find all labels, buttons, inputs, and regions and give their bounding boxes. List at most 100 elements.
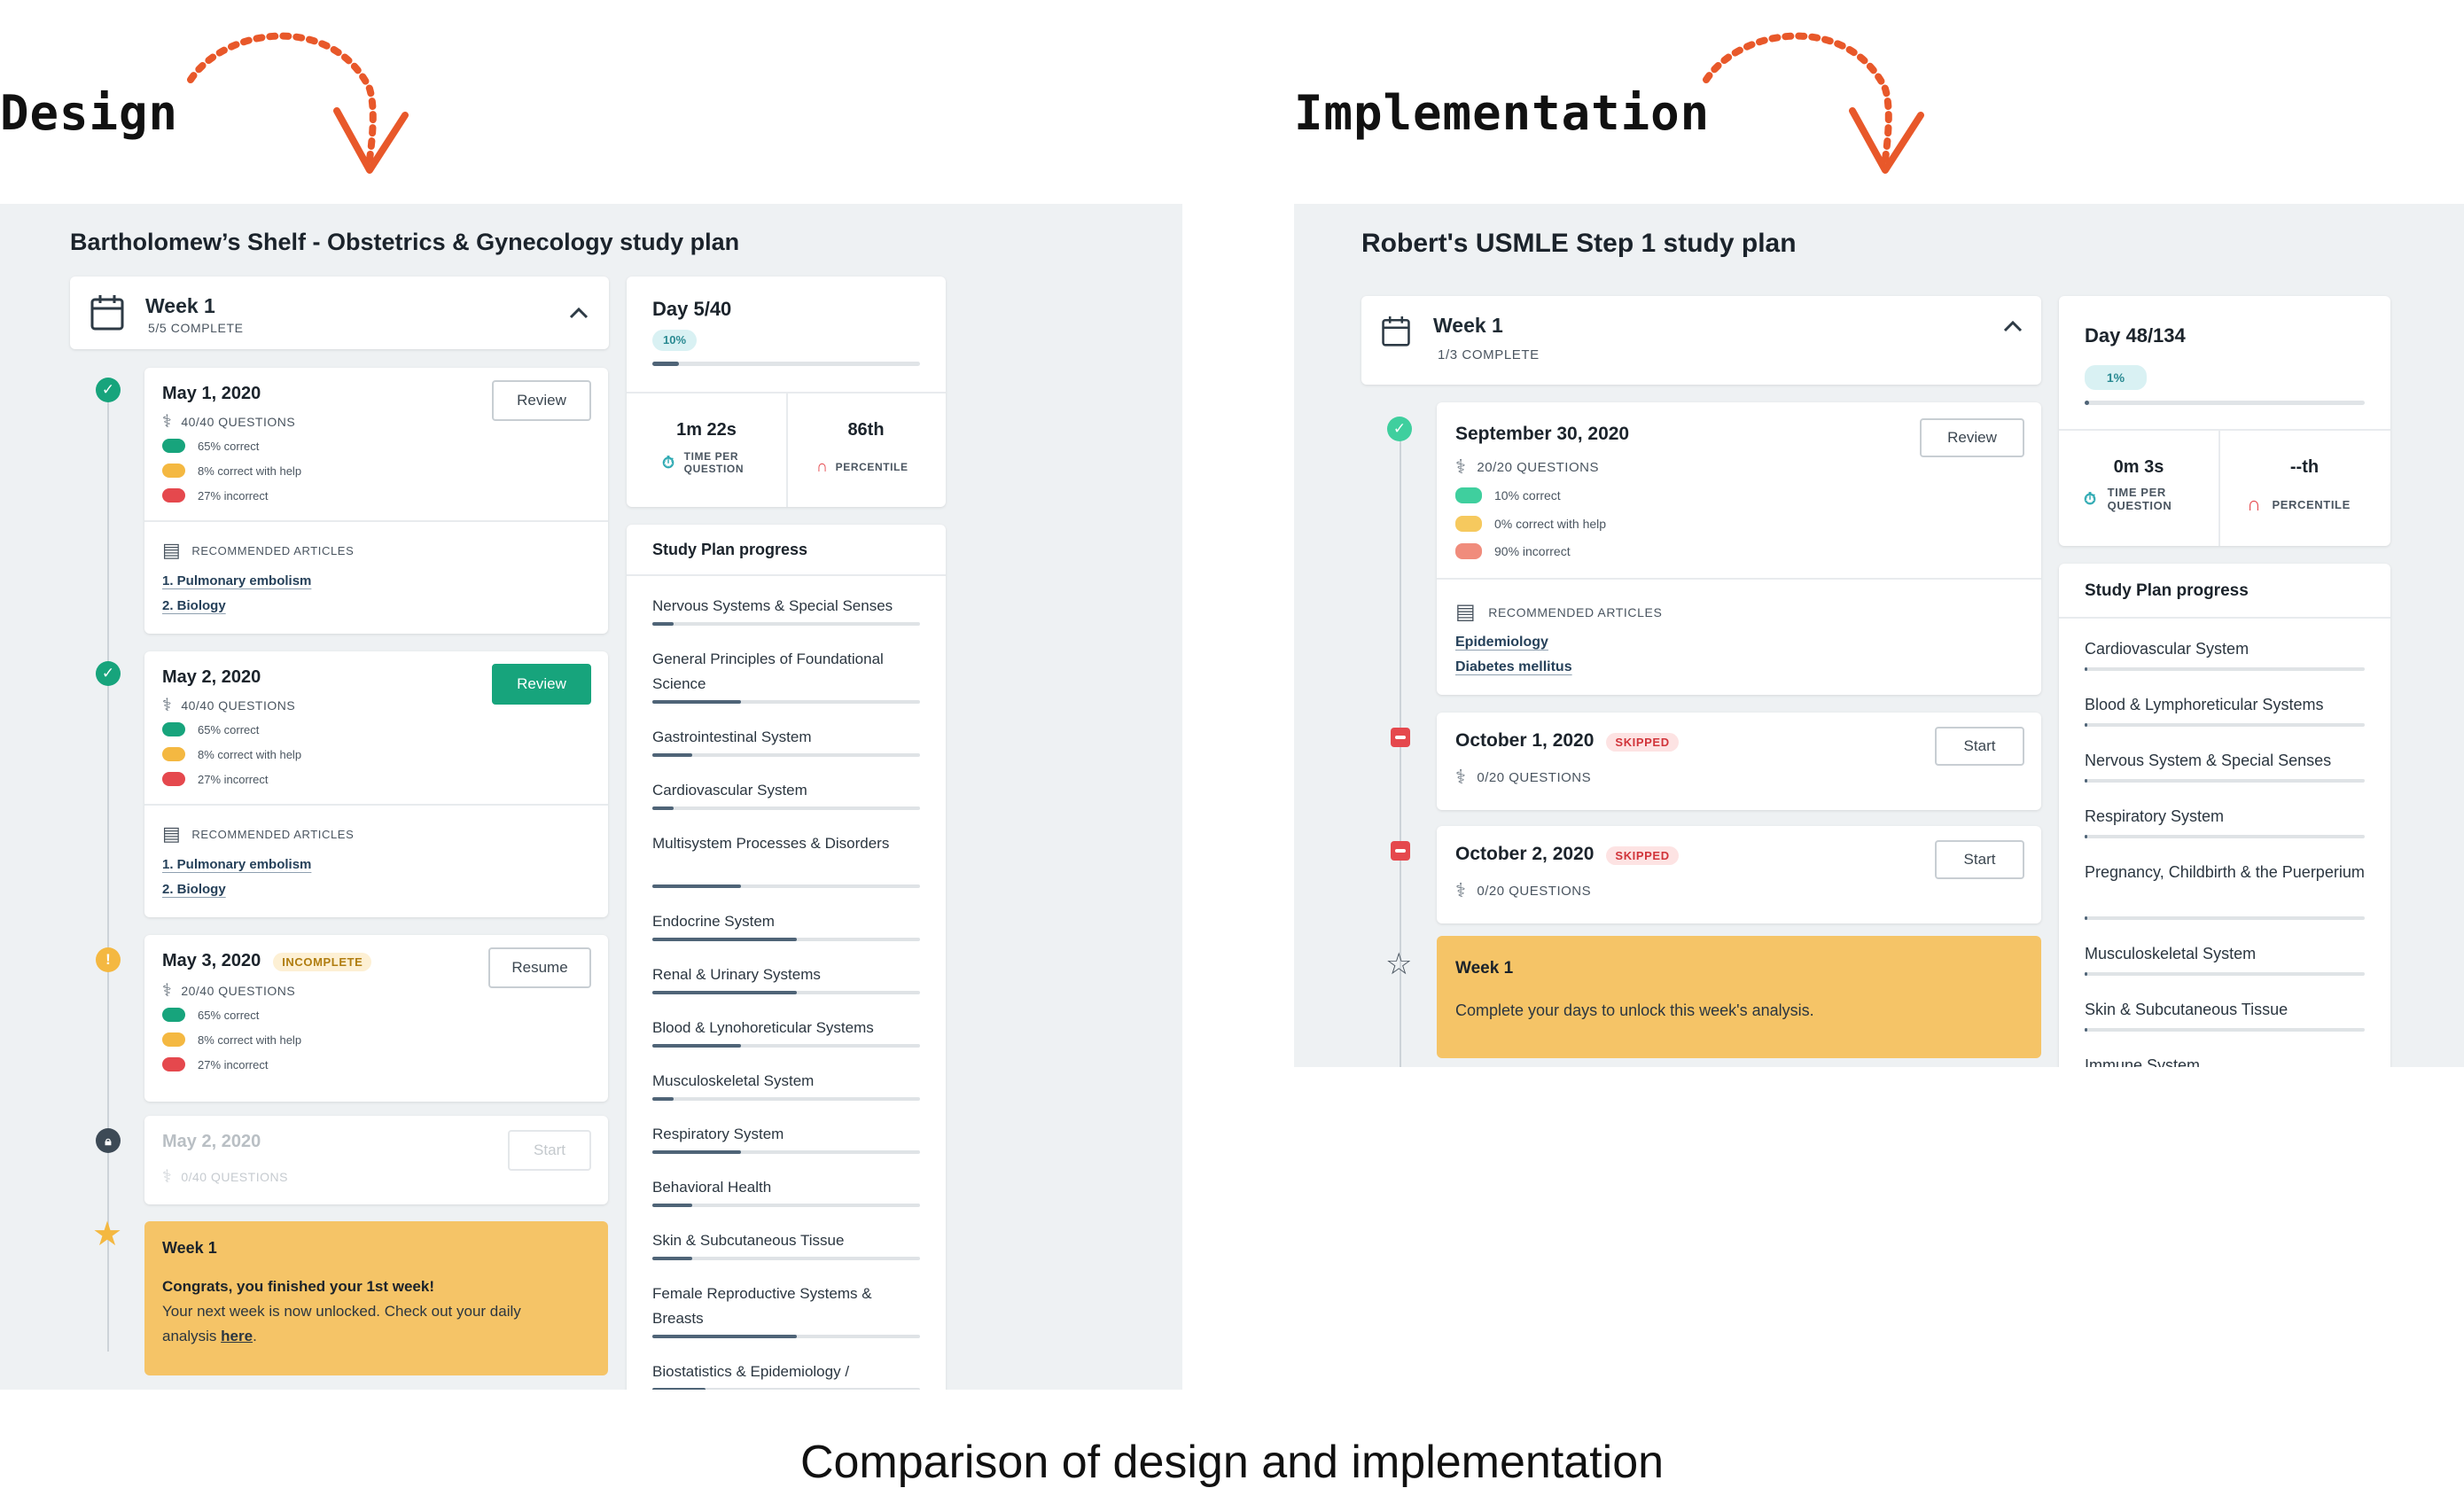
article-link[interactable]: 2. Biology [162, 598, 226, 613]
study-plan-progress-bar [2085, 667, 2365, 671]
review-button[interactable]: Review [492, 664, 591, 705]
design-heading: Design [0, 85, 179, 141]
study-plan-progress-bar [652, 1204, 920, 1207]
day-card: October 1, 2020 SKIPPED Start ⚕ 0/20 QUEST… [1437, 713, 2041, 810]
chevron-up-icon[interactable] [568, 306, 589, 320]
calendar-icon [1382, 316, 1410, 347]
stat-help: 8% correct with help [162, 1032, 301, 1047]
article-link[interactable]: 1. Pulmonary embolism [162, 573, 311, 588]
stat-correct: 65% correct [162, 439, 259, 453]
progress-fill [652, 1257, 693, 1260]
progress-fill [2085, 972, 2088, 976]
implementation-panel: Robert's USMLE Step 1 study plan Week 1 … [1294, 204, 2464, 1067]
plan-title: Robert's USMLE Step 1 study plan [1361, 229, 1797, 258]
divider [2218, 429, 2220, 546]
article-link[interactable]: Epidemiology [1455, 635, 1548, 651]
divider [786, 392, 788, 507]
study-plan-item-label: Multisystem Processes & Disorders [652, 835, 890, 852]
study-plan-progress-bar [652, 1097, 920, 1101]
study-plan-progress-bar [652, 806, 920, 810]
article-link[interactable]: 2. Biology [162, 882, 226, 897]
progress-fill [652, 991, 798, 994]
questions-count: ⚕ 0/20 QUESTIONS [1455, 766, 1592, 788]
percent-badge: 1% [2085, 365, 2147, 390]
divider [144, 520, 608, 522]
stat-help: 8% correct with help [162, 747, 301, 761]
progress-fill [2085, 401, 2089, 405]
day-progress-bar [2085, 401, 2365, 405]
analysis-link[interactable]: here [221, 1328, 253, 1344]
resume-button[interactable]: Resume [488, 947, 591, 988]
skipped-icon [1391, 841, 1410, 861]
articles-heading: ▤ RECOMMENDED ARTICLES [162, 822, 355, 845]
progress-fill [652, 1204, 693, 1207]
study-plan-progress-bar [652, 1335, 920, 1338]
status-badge: SKIPPED [1606, 733, 1679, 752]
design-panel: Bartholomew’s Shelf - Obstetrics & Gynec… [0, 204, 1182, 1390]
day-date: October 1, 2020 SKIPPED [1455, 730, 1679, 752]
week-title: Week 1 [1433, 314, 1503, 337]
stat-correct: 65% correct [162, 722, 259, 736]
progress-fill [652, 884, 741, 888]
questions-count: ⚕ 0/20 QUESTIONS [1455, 879, 1592, 901]
divider [144, 804, 608, 806]
progress-fill [652, 1150, 741, 1154]
study-plan-title: Study Plan progress [652, 541, 808, 558]
study-plan-progress-bar [2085, 835, 2365, 838]
stat-incorrect: 27% incorrect [162, 772, 268, 786]
stat-help: 8% correct with help [162, 464, 301, 478]
study-plan-item-label: Respiratory System [2085, 807, 2225, 825]
review-button[interactable]: Review [1920, 418, 2024, 457]
study-plan-item-label: Blood & Lynohoreticular Systems [652, 1019, 874, 1036]
day-date: May 1, 2020 [162, 384, 261, 403]
study-plan-item-label: Gastrointestinal System [652, 729, 812, 745]
check-icon: ✓ [96, 661, 121, 686]
study-plan-progress-bar [652, 1044, 920, 1048]
document-icon: ▤ [1455, 600, 1477, 624]
study-plan-progress-bar [652, 884, 920, 888]
chevron-up-icon[interactable] [2002, 319, 2023, 333]
week-header[interactable]: Week 1 1/3 COMPLETE [1361, 296, 2041, 385]
percentile-value: 86th [847, 420, 885, 440]
start-button[interactable]: Start [1935, 840, 2024, 879]
questions-count: ⚕ 40/40 QUESTIONS [162, 412, 296, 432]
week-header[interactable]: Week 1 5/5 COMPLETE [70, 277, 609, 349]
questions-count: ⚕ 0/40 QUESTIONS [162, 1167, 288, 1187]
week-card-line1: Complete your days to unlock this week's… [1455, 1001, 1814, 1019]
review-button[interactable]: Review [492, 380, 591, 421]
progress-fill [652, 700, 741, 704]
stethoscope-icon: ⚕ [1455, 879, 1467, 901]
start-button[interactable]: Start [508, 1130, 591, 1171]
progress-fill [2085, 1028, 2088, 1032]
curved-arrow-icon [187, 32, 409, 174]
divider [2059, 429, 2390, 431]
day-label: Day 48/134 [2085, 324, 2186, 347]
progress-fill [652, 362, 680, 366]
day-date: September 30, 2020 [1455, 424, 1630, 444]
progress-fill [652, 938, 798, 941]
progress-fill [652, 753, 693, 757]
start-button[interactable]: Start [1935, 727, 2024, 766]
star-icon: ★ [92, 1216, 123, 1253]
star-outline-icon: ☆ [1385, 947, 1413, 981]
progress-fill [2085, 835, 2088, 838]
study-plan-progress-bar [2085, 1028, 2365, 1032]
study-plan-item-label: Respiratory System [652, 1126, 784, 1142]
article-link[interactable]: 1. Pulmonary embolism [162, 857, 311, 872]
study-plan-progress-bar [652, 700, 920, 704]
week-summary-card: Week 1 Congrats, you finished your 1st w… [144, 1221, 608, 1375]
week-card-line2: Your next week is now unlocked. Check ou… [162, 1303, 521, 1320]
study-plan-progress-bar [2085, 723, 2365, 727]
study-plan-item-label: Nervous System & Special Senses [2085, 752, 2332, 769]
study-plan-item-label: Female Reproductive Systems & Breasts [652, 1285, 872, 1327]
study-plan-progress-bar [652, 1257, 920, 1260]
week-card-title: Week 1 [1455, 959, 1514, 978]
curved-arrow-icon [1703, 32, 1924, 174]
questions-count: ⚕ 20/40 QUESTIONS [162, 981, 296, 1001]
day-date: May 2, 2020 [162, 667, 261, 687]
plan-title: Bartholomew’s Shelf - Obstetrics & Gynec… [70, 229, 740, 255]
article-link[interactable]: Diabetes mellitus [1455, 659, 1572, 675]
week-subtitle: 1/3 COMPLETE [1438, 347, 1540, 362]
day-progress-bar [652, 362, 920, 366]
day-card: September 30, 2020 Review ⚕ 20/20 QUESTIO… [1437, 402, 2041, 695]
